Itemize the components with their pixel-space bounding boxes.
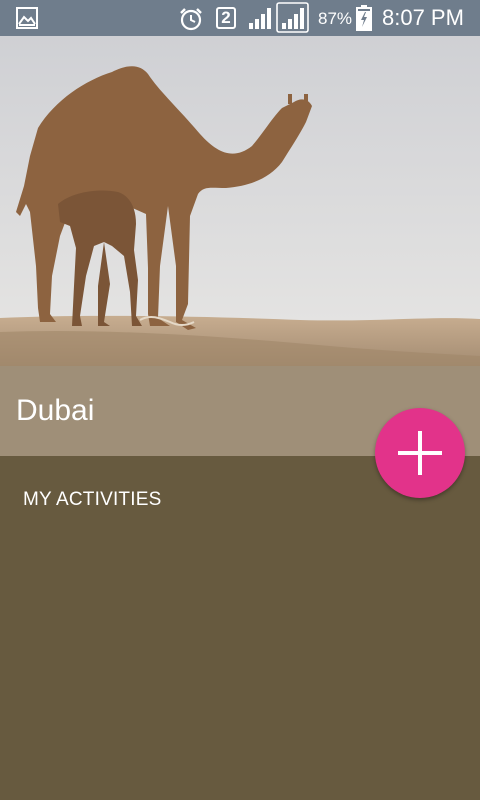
city-title: Dubai [16, 394, 95, 427]
status-bar: 2 87% 8:07 PM [0, 0, 480, 36]
plus-icon [398, 431, 442, 475]
sim-badge: 2 [216, 7, 236, 29]
signal-icon [249, 8, 271, 29]
header-image [0, 36, 480, 366]
battery-percent: 87% [318, 9, 353, 28]
my-activities-heading: MY ACTIVITIES [23, 489, 162, 510]
gallery-icon [16, 7, 38, 29]
battery-charging-icon [356, 5, 372, 31]
alarm-icon [180, 8, 202, 31]
clock: 8:07 PM [382, 5, 464, 30]
signal-icon [276, 2, 309, 33]
app-screen: 2 87% 8:07 PM Dubai MY ACTIVITIES [0, 0, 480, 800]
add-activity-button[interactable] [375, 408, 465, 498]
